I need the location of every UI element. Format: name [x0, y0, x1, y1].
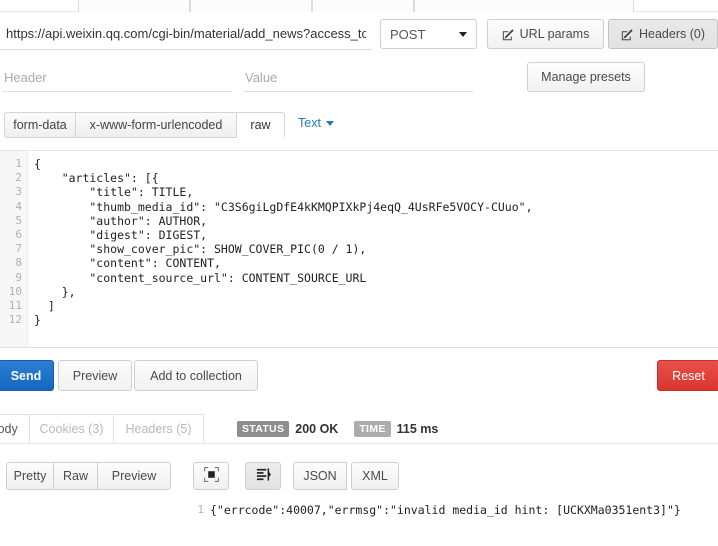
response-tab-body[interactable]: Body — [0, 414, 30, 443]
raw-label: Raw — [62, 469, 88, 483]
headers-button[interactable]: Headers (0) — [608, 19, 718, 49]
request-tab-1[interactable] — [78, 0, 190, 12]
response-preview-label: Preview — [111, 469, 157, 483]
response-metrics: STATUS 200 OK TIME 115 ms — [237, 421, 448, 437]
response-tab-headers[interactable]: Headers (5) — [114, 414, 204, 443]
time-badge-label: TIME — [354, 421, 391, 437]
word-wrap-icon — [256, 467, 271, 485]
headers-label: Headers (0) — [639, 27, 705, 41]
preview-request-button[interactable]: Preview — [58, 360, 132, 391]
url-bar: POST URL params Headers (0) — [0, 18, 718, 52]
response-format-xml[interactable]: XML — [351, 462, 399, 490]
response-body-panel: 1 {"errcode":40007,"errmsg":"invalid med… — [0, 500, 718, 546]
time-value: 115 ms — [396, 422, 439, 436]
response-tab-headers-label: Headers (5) — [125, 422, 192, 436]
url-params-button[interactable]: URL params — [487, 19, 604, 49]
response-body-text[interactable]: {"errcode":40007,"errmsg":"invalid media… — [210, 502, 681, 518]
body-format-label: Text — [298, 116, 321, 130]
edit-pencil-icon — [621, 28, 634, 41]
response-toolbar: Pretty Raw Preview JSON XML — [0, 462, 718, 494]
edit-pencil-icon — [502, 28, 515, 41]
editor-line-number: 7 — [15, 242, 22, 256]
http-method-value: POST — [390, 26, 426, 42]
add-to-collection-button[interactable]: Add to collection — [134, 360, 258, 391]
request-body-editor[interactable]: 1 2 3 4 5 6 7 8 9 10 11 12 { "articles": [{ "title"… — [0, 150, 718, 348]
tab-x-www-form-urlencoded[interactable]: x-www-form-urlencoded — [76, 112, 237, 138]
xml-label: XML — [362, 469, 388, 483]
request-body-code[interactable]: { "articles": [{ "title": TITLE, "thumb_… — [28, 151, 718, 348]
status-value: 200 OK — [295, 422, 339, 436]
toggle-word-wrap-button[interactable] — [245, 462, 281, 490]
request-tab-2[interactable] — [190, 0, 312, 12]
editor-line-number: 9 — [15, 270, 22, 284]
tab-raw[interactable]: raw — [237, 112, 285, 138]
request-tab-4[interactable] — [414, 0, 634, 12]
reset-button[interactable]: Reset — [657, 360, 718, 391]
editor-line-number: 10 — [8, 284, 22, 298]
json-label: JSON — [303, 469, 337, 483]
header-name-input[interactable] — [2, 64, 232, 92]
editor-line-number: 5 — [15, 213, 22, 227]
request-actions: Send Preview Add to collection Reset — [0, 360, 718, 394]
api-client-window: POST URL params Headers (0) — [0, 0, 718, 546]
request-tab-strip — [0, 0, 718, 12]
status-badge-label: STATUS — [237, 421, 290, 437]
reset-label: Reset — [672, 368, 705, 383]
editor-line-number: 1 — [15, 157, 22, 170]
chevron-down-icon — [325, 120, 334, 126]
send-label: Send — [10, 368, 42, 383]
editor-line-number: 11 — [8, 299, 22, 313]
response-view-pretty[interactable]: Pretty — [6, 462, 54, 490]
editor-line-number: 12 — [8, 313, 22, 327]
editor-line-number: 6 — [15, 228, 22, 242]
response-view-preview[interactable]: Preview — [98, 462, 171, 490]
add-to-collection-label: Add to collection — [150, 368, 242, 383]
expand-response-button[interactable] — [193, 462, 229, 490]
chevron-down-icon — [459, 32, 467, 37]
editor-line-number: 2 — [15, 171, 22, 185]
editor-divider — [0, 347, 718, 348]
send-button[interactable]: Send — [0, 360, 54, 391]
request-url-input[interactable] — [0, 18, 372, 50]
http-method-select[interactable]: POST — [380, 19, 477, 49]
response-tab-body-label: Body — [0, 422, 18, 436]
header-value-input[interactable] — [243, 64, 473, 92]
tab-form-data[interactable]: form-data — [4, 112, 76, 138]
tab-raw-label: raw — [250, 118, 271, 132]
preview-label: Preview — [72, 368, 118, 383]
response-line-number: 1 — [197, 503, 204, 516]
body-type-tabs: form-data x-www-form-urlencoded raw Text — [0, 112, 718, 140]
header-entry-row: Manage presets — [0, 60, 718, 106]
expand-icon — [203, 466, 219, 485]
tab-form-data-label: form-data — [13, 118, 67, 132]
pretty-label: Pretty — [13, 469, 47, 483]
request-tab-3[interactable] — [312, 0, 414, 12]
editor-line-number: 8 — [15, 256, 22, 270]
response-tab-cookies[interactable]: Cookies (3) — [30, 414, 114, 443]
url-params-label: URL params — [519, 27, 590, 41]
response-format-json[interactable]: JSON — [293, 462, 347, 490]
editor-line-number: 4 — [15, 199, 22, 213]
response-tab-cookies-label: Cookies (3) — [39, 422, 104, 436]
response-status-bar: Body Cookies (3) Headers (5) STATUS 200 … — [0, 408, 718, 444]
response-view-raw[interactable]: Raw — [54, 462, 98, 490]
body-format-select[interactable]: Text — [298, 116, 334, 130]
editor-line-number: 3 — [15, 185, 22, 199]
manage-presets-label: Manage presets — [541, 70, 631, 84]
tab-urlencoded-label: x-www-form-urlencoded — [89, 118, 223, 132]
editor-line-numbers: 1 2 3 4 5 6 7 8 9 10 11 12 — [0, 151, 28, 348]
manage-presets-button[interactable]: Manage presets — [527, 62, 645, 92]
